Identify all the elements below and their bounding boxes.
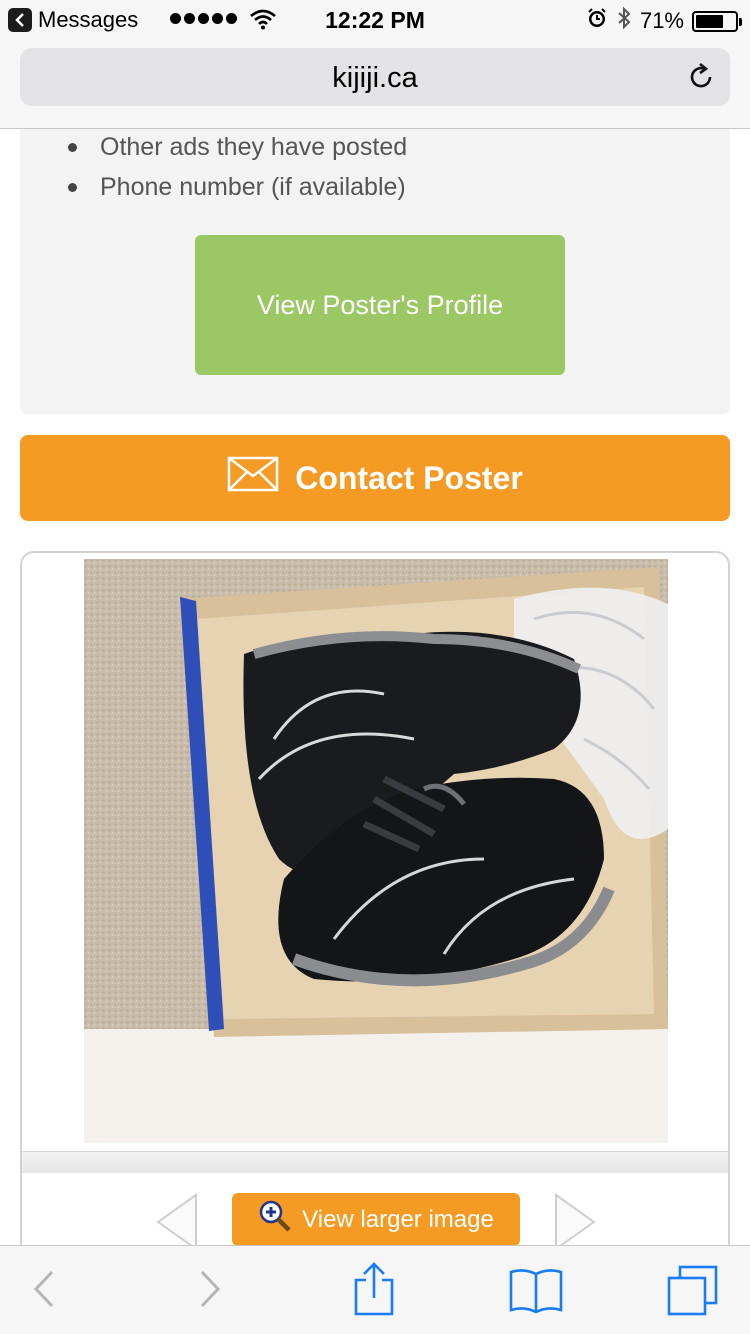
view-larger-image-button[interactable]: View larger image [232,1193,520,1246]
tabs-icon[interactable] [666,1264,720,1323]
reload-icon[interactable] [686,62,716,92]
listing-photo[interactable] [84,559,668,1143]
bookmarks-icon[interactable] [508,1266,564,1321]
contact-poster-label: Contact Poster [295,459,523,496]
address-bar[interactable]: kijiji.ca [20,48,730,106]
forward-icon[interactable] [198,1266,224,1317]
back-icon[interactable] [30,1266,56,1317]
view-profile-button[interactable]: View Poster's Profile [195,235,565,375]
status-bar: Messages 12:22 PM 71% [0,0,750,40]
listing-image-card: View larger image [20,551,730,1271]
image-divider [22,1151,728,1173]
battery-percent: 71% [639,8,684,33]
poster-info-panel: Other ads they have posted Phone number … [20,129,730,414]
view-larger-label: View larger image [302,1205,494,1233]
poster-info-list: Other ads they have posted Phone number … [67,131,407,211]
contact-poster-button[interactable]: Contact Poster [20,435,730,521]
list-item: Other ads they have posted [67,131,407,171]
list-item: Phone number (if available) [67,171,407,211]
alarm-icon [586,7,608,35]
browser-chrome: kijiji.ca [0,40,750,129]
envelope-icon [227,456,279,500]
battery-icon [692,10,742,32]
share-icon[interactable] [352,1262,396,1323]
bluetooth-icon [616,6,632,36]
browser-toolbar [0,1245,750,1334]
url-text: kijiji.ca [332,62,418,94]
magnifier-plus-icon [258,1199,292,1240]
